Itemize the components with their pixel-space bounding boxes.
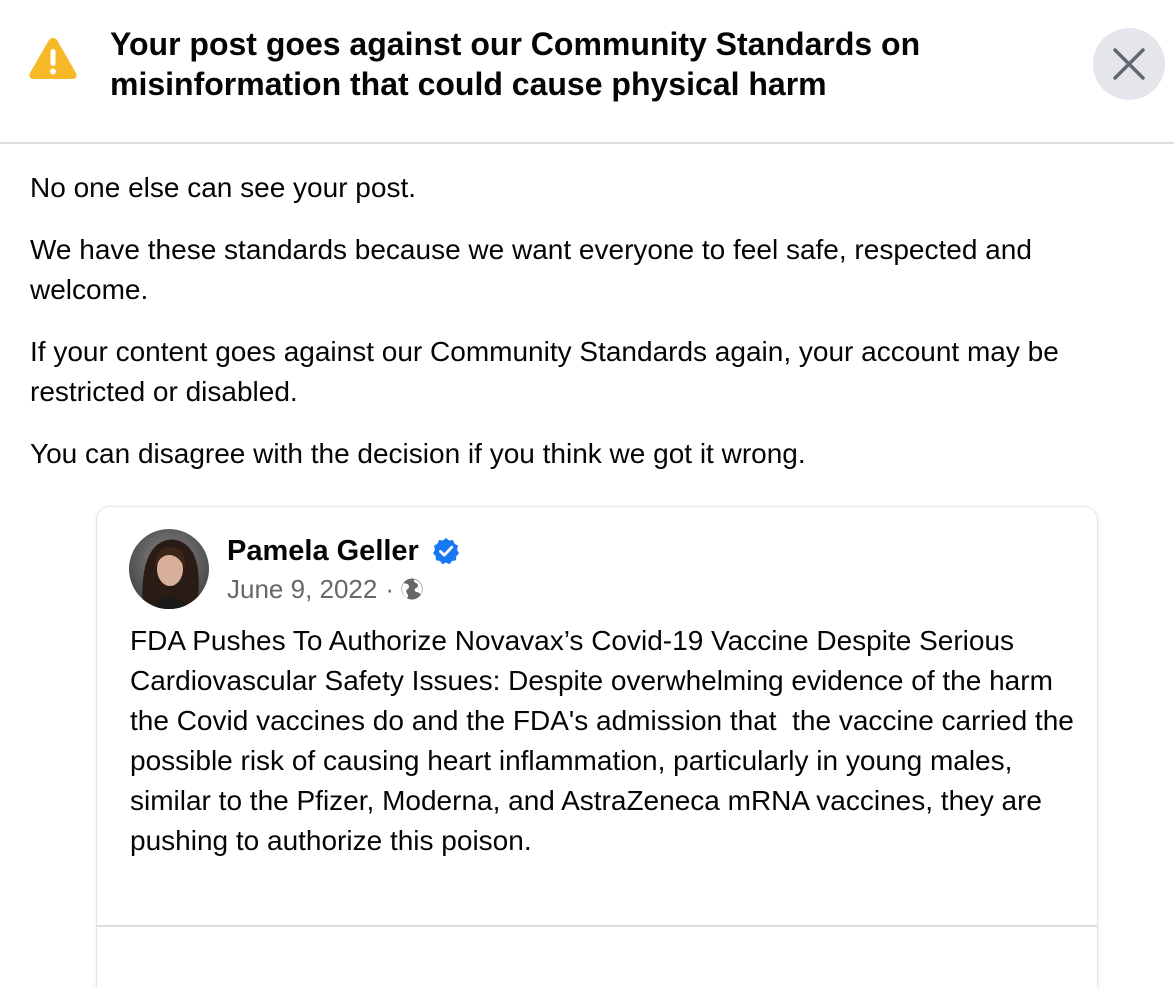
post-date[interactable]: June 9, 2022	[227, 571, 377, 607]
card-divider	[97, 925, 1097, 927]
post-preview-card: Pamela Geller June 9, 2022 · FDA Pushes …	[96, 506, 1098, 988]
dialog-title: Your post goes against our Community Sta…	[110, 26, 921, 102]
visibility-notice: No one else can see your post.	[30, 172, 417, 203]
avatar[interactable]	[129, 529, 209, 609]
avatar-image	[129, 529, 209, 609]
restriction-warning: If your content goes against our Communi…	[30, 336, 1059, 407]
post-body-text: FDA Pushes To Authorize Novavax’s Covid-…	[130, 625, 1082, 856]
close-icon	[1113, 48, 1145, 80]
post-meta: June 9, 2022 ·	[227, 571, 424, 607]
verified-badge-icon	[433, 538, 459, 565]
close-button[interactable]	[1093, 28, 1165, 100]
disagree-notice: You can disagree with the decision if yo…	[30, 438, 806, 469]
dialog-header: Your post goes against our Community Sta…	[0, 0, 1174, 144]
post-author-name[interactable]: Pamela Geller	[227, 531, 419, 571]
meta-separator: ·	[385, 574, 395, 604]
dialog-body: No one else can see your post. We have t…	[30, 168, 1150, 496]
warning-triangle-icon	[29, 38, 77, 79]
globe-icon	[401, 578, 423, 600]
standards-explanation: We have these standards because we want …	[30, 234, 1032, 305]
